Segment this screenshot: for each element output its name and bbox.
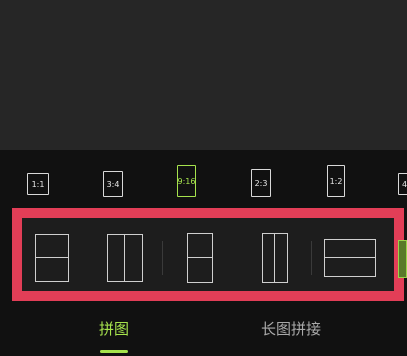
preview-area [0, 0, 407, 150]
ratio-1-2[interactable]: 1:2 [327, 165, 345, 197]
layout-divider [162, 241, 163, 275]
layout-two-rows-tall[interactable] [187, 233, 213, 283]
ratio-9-16[interactable]: 9:16 [177, 165, 196, 197]
tab-long-stitch[interactable]: 长图拼接 [261, 318, 321, 339]
layout-two-columns-square[interactable] [107, 234, 143, 282]
active-tab-indicator [100, 350, 128, 353]
aspect-ratio-row: 1:1 3:4 9:16 2:3 1:2 4 [0, 165, 407, 200]
layout-selected-partial[interactable] [398, 240, 407, 278]
ratio-3-4[interactable]: 3:4 [103, 171, 123, 197]
ratio-1-1[interactable]: 1:1 [27, 173, 49, 195]
layout-two-columns-tall[interactable] [262, 233, 288, 283]
layout-two-rows-wide[interactable] [324, 239, 376, 277]
ratio-more[interactable]: 4 [398, 173, 407, 195]
layout-divider [311, 241, 312, 275]
layout-two-rows-square[interactable] [35, 234, 69, 282]
ratio-2-3[interactable]: 2:3 [251, 169, 271, 197]
tab-collage[interactable]: 拼图 [99, 318, 129, 339]
